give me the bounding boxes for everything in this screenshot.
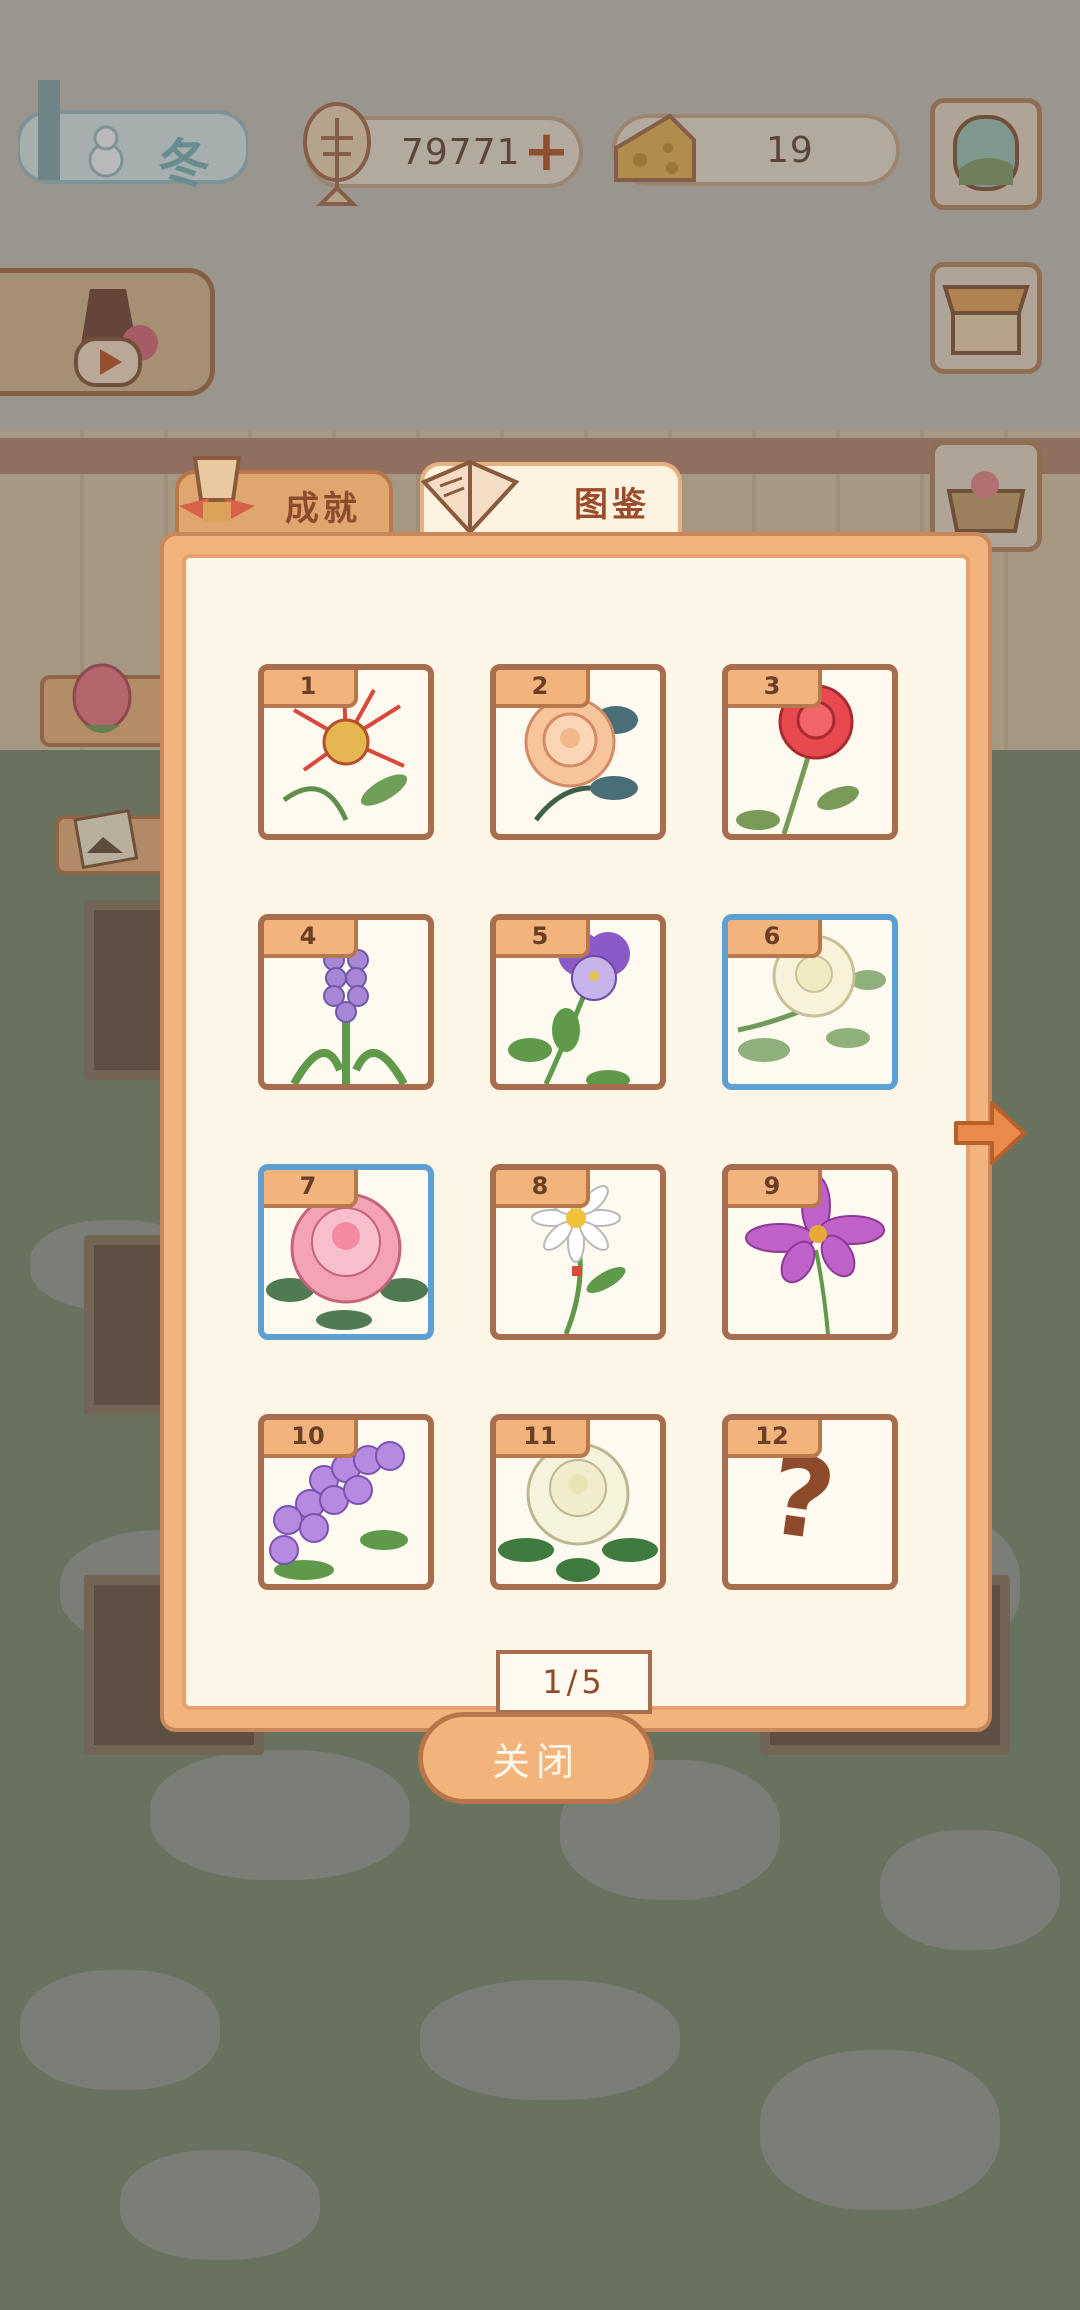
close-button[interactable]: 关闭 [418,1712,654,1804]
gallery-card[interactable]: 11 [490,1414,666,1590]
card-number: 11 [496,1420,590,1458]
gallery-panel: 1 2 3 4 5 6 7 8 9 10 11 12 ? 1/5 [160,532,992,1732]
card-number: 6 [728,920,822,958]
card-number: 4 [264,920,358,958]
card-number: 2 [496,670,590,708]
gallery-card[interactable]: 9 [722,1164,898,1340]
gallery-panel-inner: 1 2 3 4 5 6 7 8 9 10 11 12 ? 1/5 [182,554,970,1714]
card-number: 8 [496,1170,590,1208]
trophy-icon [179,456,255,522]
card-number: 1 [264,670,358,708]
gallery-card[interactable]: 3 [722,664,898,840]
card-number: 3 [728,670,822,708]
tab-achievements-label: 成就 [285,488,361,529]
gallery-card[interactable]: 2 [490,664,666,840]
gallery-card[interactable]: 6 [722,914,898,1090]
gallery-card-locked[interactable]: 12 ? [722,1414,898,1590]
card-number: 5 [496,920,590,958]
gallery-card[interactable]: 5 [490,914,666,1090]
gallery-card[interactable]: 4 [258,914,434,1090]
gallery-card[interactable]: 10 [258,1414,434,1590]
card-number: 12 [728,1420,822,1458]
tab-achievements[interactable]: 成就 [175,456,393,540]
card-number: 10 [264,1420,358,1458]
tab-gallery[interactable]: 图鉴 [420,459,682,540]
gallery-card[interactable]: 1 [258,664,434,840]
card-number: 7 [264,1170,358,1208]
gallery-card[interactable]: 8 [490,1164,666,1340]
tab-gallery-label: 图鉴 [574,484,650,525]
open-book-icon [420,459,520,535]
gallery-card[interactable]: 7 [258,1164,434,1340]
next-page-arrow-icon[interactable] [950,1093,1030,1173]
card-number: 9 [728,1170,822,1208]
page-indicator: 1/5 [496,1650,652,1714]
